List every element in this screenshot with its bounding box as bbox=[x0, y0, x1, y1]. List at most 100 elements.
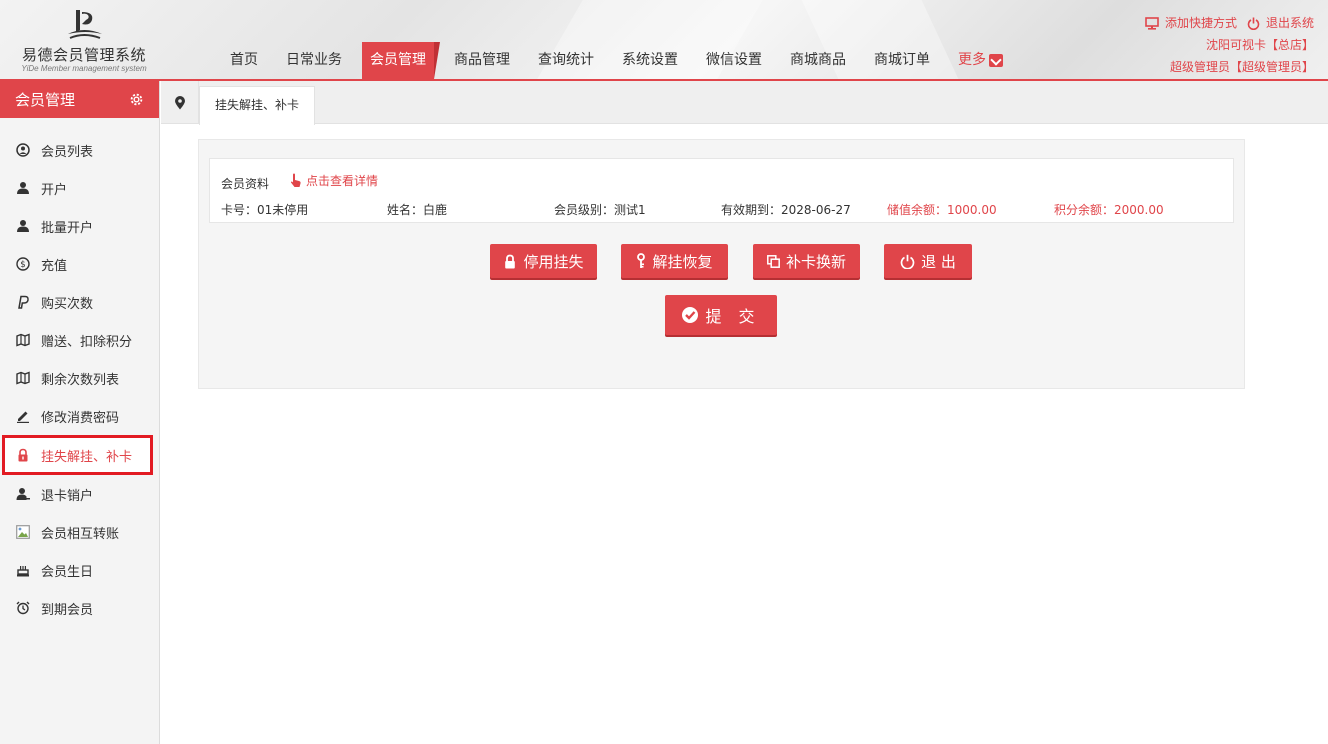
nav-product-management[interactable]: 商品管理 bbox=[440, 42, 524, 79]
stored-balance: 储值余额：1000.00 bbox=[887, 203, 997, 217]
view-details-link[interactable]: 点击查看详情 bbox=[290, 172, 378, 189]
exit-button[interactable]: 退 出 bbox=[884, 244, 972, 278]
view-details-label: 点击查看详情 bbox=[306, 174, 379, 188]
member-level: 会员级别：测试1 bbox=[554, 203, 646, 217]
location-icon bbox=[161, 81, 199, 124]
sidebar-item-loss-report[interactable]: 挂失解挂、补卡 bbox=[2, 435, 153, 475]
sidebar-menu: 会员列表 开户 批量开户 $ 充值 购买次数 赠送、扣除积分 剩余次数列表 修改 bbox=[0, 131, 159, 627]
dollar-circle-icon: $ bbox=[16, 257, 30, 271]
logo-mark-icon bbox=[60, 4, 108, 44]
exit-label: 退 出 bbox=[921, 252, 956, 271]
power-icon bbox=[1247, 17, 1260, 30]
sidebar-item-label: 批量开户 bbox=[41, 220, 94, 236]
nav-wechat-settings[interactable]: 微信设置 bbox=[692, 42, 776, 79]
sidebar-item-label: 会员列表 bbox=[41, 144, 94, 160]
sidebar-item-birthday[interactable]: 会员生日 bbox=[0, 551, 159, 589]
nav-member-management[interactable]: 会员管理 bbox=[362, 42, 440, 79]
sidebar-item-transfer[interactable]: 会员相互转账 bbox=[0, 513, 159, 551]
app-name: 易德会员管理系统 bbox=[21, 46, 146, 64]
chevron-down-icon bbox=[989, 54, 1003, 67]
sidebar-item-remaining-times[interactable]: 剩余次数列表 bbox=[0, 359, 159, 397]
user-panel: 添加快捷方式 退出系统 沈阳可视卡【总店】 超级管理员【超级管理员】 bbox=[1145, 12, 1314, 78]
logout-link[interactable]: 退出系统 bbox=[1247, 12, 1314, 34]
sidebar-header: 会员管理 bbox=[0, 81, 159, 118]
add-shortcut-link[interactable]: 添加快捷方式 bbox=[1145, 12, 1237, 34]
sidebar-item-label: 开户 bbox=[41, 182, 68, 198]
add-shortcut-label: 添加快捷方式 bbox=[1164, 16, 1237, 30]
alarm-clock-icon bbox=[16, 601, 30, 615]
sidebar-item-label: 会员相互转账 bbox=[41, 526, 120, 542]
lock-icon bbox=[16, 448, 30, 462]
submit-button[interactable]: 提 交 bbox=[665, 295, 777, 335]
sidebar-item-label: 剩余次数列表 bbox=[41, 372, 120, 388]
section-title: 会员资料 bbox=[221, 177, 270, 191]
sidebar-item-label: 到期会员 bbox=[41, 602, 94, 618]
nav-system-settings[interactable]: 系统设置 bbox=[608, 42, 692, 79]
user-circle-icon bbox=[16, 143, 30, 157]
nav-home[interactable]: 首页 bbox=[216, 42, 272, 79]
nav-more[interactable]: 更多 bbox=[944, 42, 1017, 79]
nav-mall-products[interactable]: 商城商品 bbox=[776, 42, 860, 79]
sidebar-item-label: 挂失解挂、补卡 bbox=[41, 449, 133, 465]
sidebar-item-label: 会员生日 bbox=[41, 564, 94, 580]
sidebar-title: 会员管理 bbox=[15, 91, 76, 109]
replace-card-label: 补卡换新 bbox=[785, 252, 846, 271]
lock-icon bbox=[503, 254, 517, 269]
store-name: 沈阳可视卡【总店】 bbox=[1205, 38, 1314, 52]
disable-loss-label: 停用挂失 bbox=[523, 252, 584, 271]
sidebar-item-label: 充值 bbox=[41, 258, 68, 274]
member-name: 姓名：白鹿 bbox=[387, 203, 448, 217]
sidebar-item-label: 赠送、扣除积分 bbox=[41, 334, 133, 350]
app-name-en: YiDe Member management system bbox=[21, 64, 147, 73]
sidebar-item-batch-open[interactable]: 批量开户 bbox=[0, 207, 159, 245]
replace-card-button[interactable]: 补卡换新 bbox=[753, 244, 860, 278]
sidebar-item-cancel-card[interactable]: 退卡销户 bbox=[0, 475, 159, 513]
image-icon bbox=[16, 525, 30, 539]
sidebar-item-recharge[interactable]: $ 充值 bbox=[0, 245, 159, 283]
logout-label: 退出系统 bbox=[1265, 16, 1314, 30]
points-balance: 积分余额：2000.00 bbox=[1054, 203, 1164, 217]
sidebar-item-member-list[interactable]: 会员列表 bbox=[0, 131, 159, 169]
user-icon bbox=[16, 181, 30, 195]
nav-mall-orders[interactable]: 商城订单 bbox=[860, 42, 944, 79]
monitor-icon bbox=[1145, 16, 1159, 30]
sidebar-item-points[interactable]: 赠送、扣除积分 bbox=[0, 321, 159, 359]
check-circle-icon bbox=[681, 306, 699, 324]
map-icon bbox=[16, 333, 30, 347]
current-user: 超级管理员【超级管理员】 bbox=[1169, 60, 1314, 74]
tab-loss-report[interactable]: 挂失解挂、补卡 bbox=[199, 86, 316, 125]
sidebar-item-label: 退卡销户 bbox=[41, 488, 94, 504]
sidebar-item-buy-times[interactable]: 购买次数 bbox=[0, 283, 159, 321]
user-icon bbox=[16, 219, 30, 233]
user-minus-icon bbox=[16, 487, 30, 501]
top-header: 易德会员管理系统 YiDe Member management system 首… bbox=[0, 0, 1328, 81]
paypal-icon bbox=[16, 295, 30, 309]
sidebar-item-change-password[interactable]: 修改消费密码 bbox=[0, 397, 159, 435]
unlock-restore-button[interactable]: 解挂恢复 bbox=[621, 244, 728, 278]
tab-bar: 挂失解挂、补卡 bbox=[161, 81, 1328, 125]
pencil-icon bbox=[16, 409, 30, 423]
key-icon bbox=[636, 253, 646, 269]
disable-loss-button[interactable]: 停用挂失 bbox=[490, 244, 597, 278]
member-info-box: 会员资料 点击查看详情 卡号：01未停用 姓名：白鹿 会员级别：测试1 有效期到… bbox=[209, 158, 1234, 223]
gear-icon[interactable] bbox=[129, 92, 144, 107]
sidebar-item-open-account[interactable]: 开户 bbox=[0, 169, 159, 207]
nav-query-statistics[interactable]: 查询统计 bbox=[524, 42, 608, 79]
app-logo[interactable]: 易德会员管理系统 YiDe Member management system bbox=[10, 4, 158, 76]
submit-label: 提 交 bbox=[705, 307, 761, 326]
main-nav: 首页 日常业务 会员管理 商品管理 查询统计 系统设置 微信设置 商城商品 商城… bbox=[216, 42, 1017, 79]
card-number: 卡号：01未停用 bbox=[221, 203, 309, 217]
expiry-date: 有效期到：2028-06-27 bbox=[721, 203, 851, 217]
nav-daily-business[interactable]: 日常业务 bbox=[272, 42, 356, 79]
sidebar: 会员管理 会员列表 开户 批量开户 $ 充值 购买次数 赠送、扣除积分 剩余次数… bbox=[0, 81, 160, 744]
main-panel: 会员资料 点击查看详情 卡号：01未停用 姓名：白鹿 会员级别：测试1 有效期到… bbox=[198, 139, 1245, 389]
sidebar-item-label: 购买次数 bbox=[41, 296, 94, 312]
hand-pointer-icon bbox=[290, 173, 302, 188]
unlock-restore-label: 解挂恢复 bbox=[652, 252, 713, 271]
nav-more-label: 更多 bbox=[958, 52, 986, 68]
power-icon bbox=[900, 254, 915, 269]
sidebar-item-expired-members[interactable]: 到期会员 bbox=[0, 589, 159, 627]
svg-text:$: $ bbox=[20, 260, 25, 270]
sidebar-item-label: 修改消费密码 bbox=[41, 410, 120, 426]
cake-icon bbox=[16, 563, 30, 577]
